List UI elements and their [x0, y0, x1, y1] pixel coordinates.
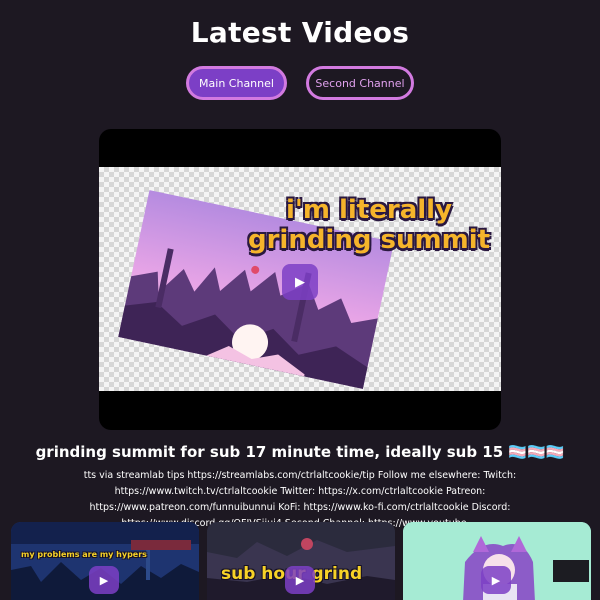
- video-card-1[interactable]: my problems are my hypers ▶: [11, 522, 199, 600]
- card-1-overlay-text: my problems are my hypers: [21, 550, 147, 559]
- video-list: my problems are my hypers ▶ sub hour gri…: [0, 522, 600, 600]
- featured-play-button[interactable]: ▶: [282, 264, 318, 300]
- thumbnail-overlay-text: i'm literally grinding summit: [239, 195, 499, 255]
- tab-second-channel[interactable]: Second Channel: [306, 66, 414, 100]
- video-card-2[interactable]: sub hour grind ▶: [207, 522, 395, 600]
- tab-main-channel[interactable]: Main Channel: [186, 66, 287, 100]
- channel-tabs: Main Channel Second Channel: [0, 66, 600, 100]
- card-2-play-button[interactable]: ▶: [285, 566, 315, 594]
- card-1-play-button[interactable]: ▶: [89, 566, 119, 594]
- play-icon: ▶: [99, 573, 109, 587]
- play-icon: ▶: [295, 274, 305, 290]
- featured-video-player[interactable]: i'm literally grinding summit ▶: [99, 129, 501, 430]
- card-3-play-button[interactable]: ▶: [481, 566, 511, 594]
- featured-video-title: grinding summit for sub 17 minute time, …: [35, 443, 565, 461]
- video-card-3[interactable]: ▶: [403, 522, 591, 600]
- page-title: Latest Videos: [190, 16, 410, 49]
- overlay-line-1: i'm literally: [285, 195, 453, 225]
- play-icon: ▶: [295, 573, 305, 587]
- play-icon: ▶: [491, 573, 501, 587]
- overlay-line-2: grinding summit: [247, 225, 491, 255]
